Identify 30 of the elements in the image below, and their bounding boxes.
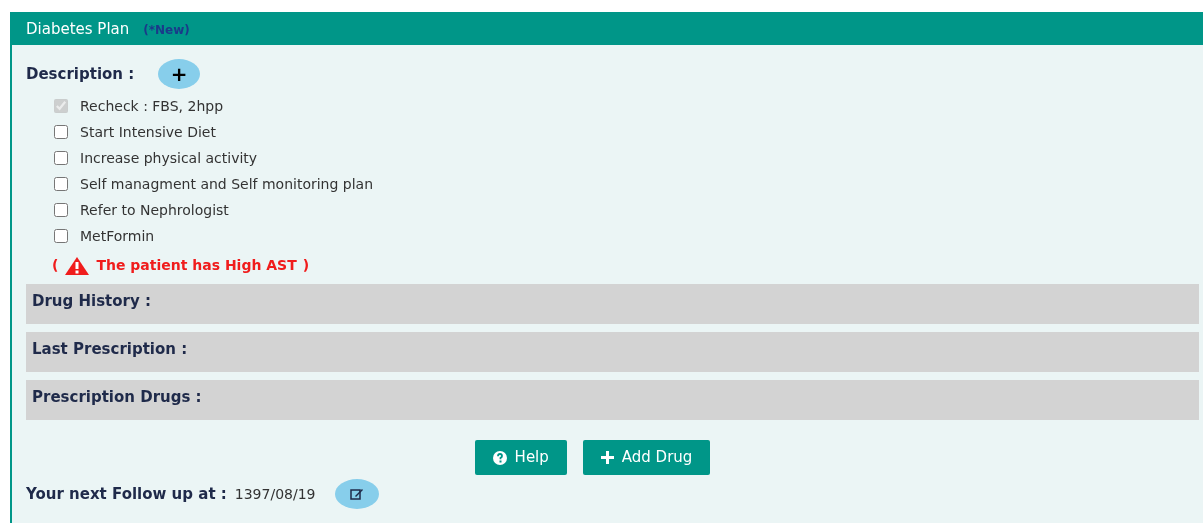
section-title: Drug History : <box>32 292 151 310</box>
follow-up-label: Your next Follow up at : <box>26 483 227 505</box>
edit-date-button[interactable] <box>335 479 380 509</box>
checkbox-label: MetFormin <box>80 226 155 246</box>
section-title: Prescription Drugs : <box>32 388 202 406</box>
add-description-button[interactable]: + <box>158 59 201 89</box>
warning-icon <box>64 255 91 276</box>
checkbox-label: Refer to Nephrologist <box>80 200 229 220</box>
warning-text: The patient has High AST <box>96 256 297 275</box>
help-icon <box>492 450 507 465</box>
paren-text: ( <box>52 256 59 275</box>
new-badge-text: (*New) <box>143 21 190 39</box>
follow-up-date: 1397/08/19 <box>234 484 316 504</box>
checkbox[interactable] <box>54 151 68 165</box>
help-button[interactable]: Help <box>474 440 567 475</box>
plus-icon <box>600 451 614 464</box>
panel-title: Diabetes Plan <box>26 19 130 41</box>
edit-icon <box>350 488 365 500</box>
checkbox[interactable] <box>54 203 68 217</box>
checkbox[interactable] <box>54 177 68 191</box>
add-drug-button[interactable]: Add Drug <box>582 440 711 475</box>
section-title: Last Prescription : <box>32 340 188 358</box>
checkbox-label: Self managment and Self monitoring plan <box>80 174 374 194</box>
checkbox[interactable] <box>54 229 68 243</box>
checkbox-label: Start Intensive Diet <box>80 122 216 142</box>
checkbox-label: Recheck : FBS, 2hpp <box>80 96 224 116</box>
description-label: Description : <box>26 63 135 85</box>
checkbox[interactable] <box>54 125 68 139</box>
paren-text: ) <box>302 256 310 275</box>
checkbox-label: Increase physical activity <box>80 148 258 168</box>
